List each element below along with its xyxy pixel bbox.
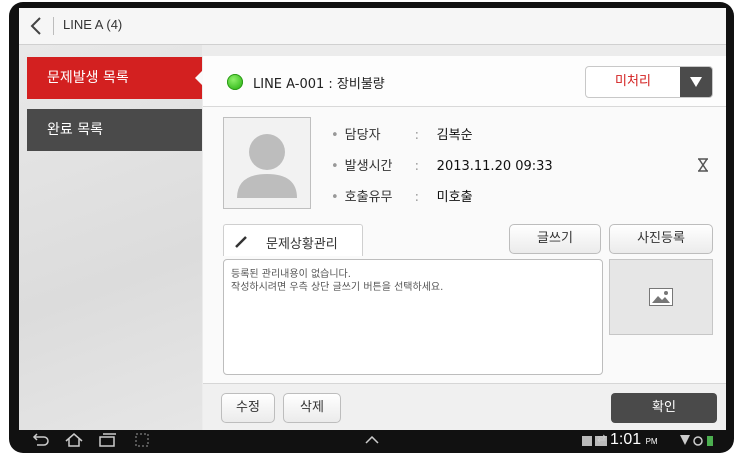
detail-label: 발생시간 bbox=[344, 159, 393, 174]
back-nav-icon[interactable] bbox=[31, 433, 49, 447]
status-clock: 1:01 PM bbox=[610, 431, 658, 449]
confirm-button[interactable]: 확인 bbox=[611, 393, 717, 423]
home-nav-icon[interactable] bbox=[65, 433, 83, 447]
detail-row-call: • 호출유무: 미호출 bbox=[331, 186, 473, 205]
tab-label: 문제상황관리 bbox=[266, 237, 338, 252]
clock-time: 1:01 bbox=[610, 431, 642, 448]
edit-button[interactable]: 수정 bbox=[221, 393, 275, 423]
person-placeholder-icon bbox=[237, 134, 297, 198]
memo-empty-text: 등록된 관리내용이 없습니다. bbox=[231, 269, 351, 280]
photo-thumbnail[interactable] bbox=[609, 259, 713, 335]
photo-register-button[interactable]: 사진등록 bbox=[609, 224, 713, 254]
status-dropdown[interactable]: 미처리 bbox=[585, 66, 713, 98]
sidebar-item-issue-list[interactable]: 문제발생 목록 bbox=[27, 57, 202, 99]
top-bar: LINE A (4) bbox=[19, 8, 726, 45]
sidebar-item-completed-list[interactable]: 완료 목록 bbox=[27, 109, 202, 151]
detail-panel: LINE A-001 : 장비불량 미처리 • 담당자: 김복순 • 발생시간: 201… bbox=[203, 56, 726, 430]
image-icon bbox=[649, 288, 673, 306]
detail-value: 미호출 bbox=[436, 190, 473, 205]
bullet: • bbox=[331, 128, 339, 143]
issue-header: LINE A-001 : 장비불량 미처리 bbox=[203, 56, 726, 107]
divider bbox=[53, 17, 54, 35]
active-indicator bbox=[195, 70, 203, 86]
chevron-left-icon bbox=[30, 17, 41, 35]
memo-hint-text: 작성하시려면 우측 상단 글쓰기 버튼을 선택하세요. bbox=[231, 282, 444, 293]
bullet: • bbox=[331, 159, 339, 174]
delete-button[interactable]: 삭제 bbox=[283, 393, 341, 423]
tab-issue-management[interactable]: 문제상황관리 bbox=[223, 224, 363, 256]
detail-label: 담당자 bbox=[344, 128, 381, 143]
detail-row-assignee: • 담당자: 김복순 bbox=[331, 124, 473, 143]
wifi-battery-icons bbox=[680, 435, 713, 446]
chevron-up-icon[interactable] bbox=[365, 436, 379, 444]
avatar bbox=[223, 117, 311, 209]
action-bar: 수정 삭제 확인 bbox=[203, 383, 726, 430]
detail-value: 김복순 bbox=[436, 128, 473, 143]
page-title: LINE A (4) bbox=[63, 17, 123, 32]
colon: : bbox=[414, 190, 420, 205]
hourglass-icon[interactable] bbox=[697, 157, 709, 176]
colon: : bbox=[414, 159, 420, 174]
colon: : bbox=[414, 128, 420, 143]
sync-icon: ⇄ bbox=[597, 432, 607, 445]
back-button[interactable] bbox=[25, 14, 49, 38]
system-navigation-bar: ⇄ 1:01 PM bbox=[9, 430, 734, 452]
recent-apps-icon[interactable] bbox=[99, 433, 117, 447]
issue-title: LINE A-001 : 장비불량 bbox=[253, 77, 385, 92]
write-button[interactable]: 글쓰기 bbox=[509, 224, 601, 254]
status-indicator-icon bbox=[227, 74, 243, 90]
clock-ampm: PM bbox=[645, 437, 658, 446]
app-screen: LINE A (4) 문제발생 목록 완료 목록 LINE A-001 : 장비… bbox=[19, 8, 726, 430]
detail-row-time: • 발생시간: 2013.11.20 09:33 bbox=[331, 155, 553, 174]
detail-value: 2013.11.20 09:33 bbox=[436, 159, 553, 174]
bullet: • bbox=[331, 190, 339, 205]
screenshot-icon[interactable] bbox=[135, 433, 149, 447]
memo-textarea[interactable]: 등록된 관리내용이 없습니다. 작성하시려면 우측 상단 글쓰기 버튼을 선택하… bbox=[223, 259, 603, 375]
status-value: 미처리 bbox=[615, 74, 651, 89]
detail-label: 호출유무 bbox=[344, 190, 393, 205]
sidebar: 문제발생 목록 완료 목록 bbox=[19, 45, 203, 430]
triangle-down-icon[interactable] bbox=[680, 67, 712, 97]
pencil-icon bbox=[235, 236, 247, 248]
